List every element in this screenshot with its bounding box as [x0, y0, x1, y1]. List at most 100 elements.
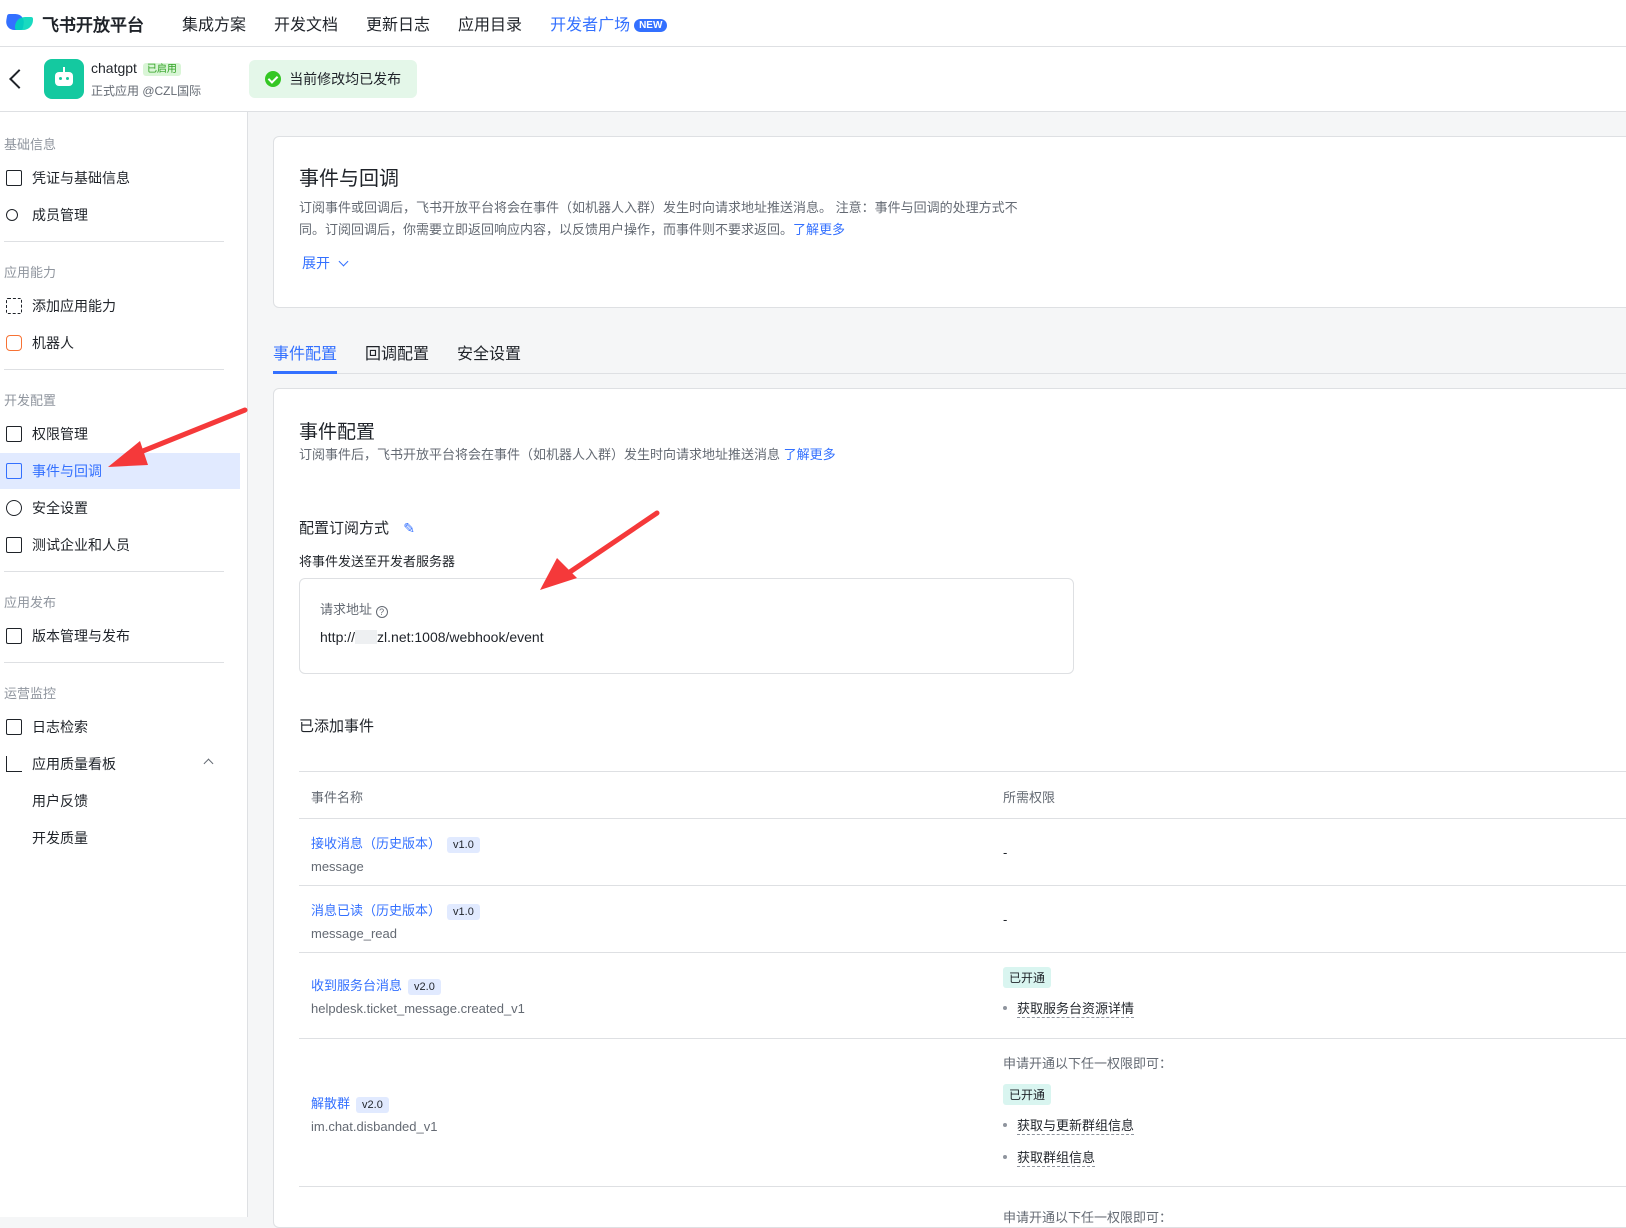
sidebar-item-security[interactable]: 安全设置 [0, 490, 240, 526]
table-row: 解散群 v2.0 im.chat.disbanded_v1 申请开通以下任一权限即… [299, 1039, 1626, 1187]
sidebar-item-test-org[interactable]: 测试企业和人员 [0, 527, 240, 563]
permission-icon [6, 426, 22, 442]
sidebar-item-label: 用户反馈 [32, 793, 88, 809]
event-cell: 解散群 v2.0 im.chat.disbanded_v1 [311, 1093, 437, 1134]
sidebar-item-permissions[interactable]: 权限管理 [0, 416, 240, 452]
learn-more-link[interactable]: 了解更多 [793, 222, 845, 237]
nav-developer-plaza[interactable]: 开发者广场 NEW [550, 11, 668, 35]
expand-toggle[interactable]: 展开 [302, 253, 349, 273]
added-events-title: 已添加事件 [299, 718, 375, 735]
enabled-badge: 已开通 [1003, 1084, 1052, 1105]
event-name-link[interactable]: 消息已读（历史版本） [311, 903, 441, 918]
permission-value: - [1003, 912, 1008, 927]
brand[interactable]: 飞书开放平台 [4, 11, 182, 36]
add-ability-icon [6, 298, 22, 314]
section-operations: 运营监控 [4, 686, 57, 701]
nav-docs[interactable]: 开发文档 [274, 11, 338, 35]
credential-icon [6, 170, 22, 186]
event-cell: 消息已读（历史版本） v1.0 message_read [311, 900, 480, 941]
event-name-link[interactable]: 接收消息（历史版本） [311, 836, 441, 851]
redacted-host [355, 630, 378, 644]
intro-desc-line2: 同。订阅回调后，你需要立即返回响应内容，以反馈用户操作，而事件则不要求返回。 [299, 222, 794, 237]
sidebar-item-label: 权限管理 [32, 426, 88, 442]
chevron-up-icon[interactable] [203, 758, 214, 769]
version-badge: v1.0 [447, 904, 480, 920]
sidebar-item-label: 版本管理与发布 [32, 628, 130, 644]
nav-developer-plaza-label: 开发者广场 [550, 17, 631, 34]
permission-link[interactable]: 获取与更新群组信息 [1017, 1118, 1135, 1135]
tab-label: 安全设置 [457, 346, 522, 363]
sidebar-item-events-callbacks[interactable]: 事件与回调 [0, 453, 240, 489]
event-name-link[interactable]: 收到服务台消息 [311, 978, 402, 993]
event-key: im.chat.disbanded_v1 [311, 1119, 438, 1134]
log-search-icon [6, 719, 22, 735]
active-tab-indicator [273, 371, 337, 374]
edit-pencil-icon[interactable]: ✎ [403, 520, 415, 537]
event-key: message_read [311, 926, 397, 941]
bullet [1003, 1006, 1007, 1010]
chevron-down-icon [338, 256, 349, 267]
sidebar-item-credentials[interactable]: 凭证与基础信息 [0, 160, 240, 196]
subscribe-mode-label: 配置订阅方式 [299, 520, 390, 537]
sidebar-item-dev-quality[interactable]: 开发质量 [0, 820, 240, 856]
event-config-title: 事件配置 [299, 422, 376, 443]
shield-icon [6, 500, 22, 516]
tab-label: 回调配置 [365, 346, 430, 363]
tab-event-config[interactable]: 事件配置 [273, 340, 337, 364]
nav-app-directory[interactable]: 应用目录 [458, 11, 522, 35]
sidebar-item-quality-board[interactable]: 应用质量看板 [0, 746, 240, 782]
nav-changelog[interactable]: 更新日志 [366, 11, 430, 35]
sidebar-item-user-feedback[interactable]: 用户反馈 [0, 783, 240, 819]
request-url-box: 请求地址 ? http:// zl.net:1008/webhook/event [299, 578, 1074, 674]
request-url-label: 请求地址 [320, 602, 373, 617]
sidebar-item-label: 测试企业和人员 [32, 537, 130, 553]
feishu-logo-icon [4, 12, 34, 34]
event-name-link[interactable]: 解散群 [311, 1096, 350, 1111]
permission-value: - [1003, 845, 1008, 860]
section-basic-info: 基础信息 [4, 137, 57, 152]
nav-integration[interactable]: 集成方案 [182, 11, 246, 35]
publish-status: 当前修改均已发布 [249, 60, 418, 98]
request-url-label-row: 请求地址 ? [320, 599, 388, 618]
learn-more-link[interactable]: 了解更多 [784, 447, 836, 462]
tab-bar: 事件配置 回调配置 安全设置 [273, 330, 1626, 374]
tab-security-settings[interactable]: 安全设置 [457, 340, 521, 364]
section-app-ability: 应用能力 [4, 265, 57, 280]
member-icon [6, 209, 18, 221]
bullet [1003, 1155, 1007, 1159]
sidebar-item-log-search[interactable]: 日志检索 [0, 709, 240, 745]
sidebar: 基础信息 凭证与基础信息 成员管理 应用能力 添加应用能力 机器人 开发配置 权… [0, 112, 248, 1217]
column-event-name: 事件名称 [311, 790, 364, 805]
sidebar-item-label: 事件与回调 [32, 463, 102, 479]
request-url-value: http:// zl.net:1008/webhook/event [320, 629, 544, 645]
event-config-desc-text: 订阅事件后，飞书开放平台将会在事件（如机器人入群）发生时向请求地址推送消息 [299, 447, 781, 462]
version-badge: v1.0 [447, 837, 480, 853]
top-navigation: 飞书开放平台 集成方案 开发文档 更新日志 应用目录 开发者广场 NEW [0, 0, 1626, 47]
sidebar-item-members[interactable]: 成员管理 [0, 197, 240, 233]
permission-link[interactable]: 获取群组信息 [1017, 1150, 1096, 1167]
app-subtitle: 正式应用 @CZL国际 [91, 83, 202, 98]
request-url-prefix: http:// [320, 629, 356, 645]
help-circle-icon[interactable]: ? [375, 606, 388, 618]
event-cell: 收到服务台消息 v2.0 helpdesk.ticket_message.crea… [311, 975, 525, 1016]
intro-desc-line1: 订阅事件或回调后，飞书开放平台将会在事件（如机器人入群）发生时向请求地址推送消息… [299, 200, 1018, 215]
sidebar-item-robot[interactable]: 机器人 [0, 325, 240, 361]
column-required-permission: 所需权限 [1003, 790, 1056, 805]
new-badge: NEW [634, 19, 668, 32]
robot-icon [6, 335, 22, 351]
version-badge: v2.0 [408, 979, 441, 995]
sidebar-item-label: 开发质量 [32, 830, 88, 846]
publish-status-text: 当前修改均已发布 [289, 71, 402, 87]
bullet [1003, 1123, 1007, 1127]
permission-cell: 申请开通以下任一权限即可： 已开通 获取与更新群组信息 获取群组信息 [1003, 1053, 1172, 1167]
tab-callback-config[interactable]: 回调配置 [365, 340, 429, 364]
sidebar-item-add-ability[interactable]: 添加应用能力 [0, 288, 240, 324]
events-table-header: 事件名称 所需权限 [299, 771, 1626, 819]
back-arrow-icon[interactable] [9, 69, 29, 89]
sidebar-item-label: 日志检索 [32, 719, 88, 735]
permission-link[interactable]: 获取服务台资源详情 [1017, 1001, 1135, 1018]
event-cell: 接收消息（历史版本） v1.0 message [311, 833, 480, 874]
status-badge: 已启用 [142, 62, 181, 76]
sidebar-item-version-release[interactable]: 版本管理与发布 [0, 618, 240, 654]
app-name: chatgpt [91, 59, 137, 76]
